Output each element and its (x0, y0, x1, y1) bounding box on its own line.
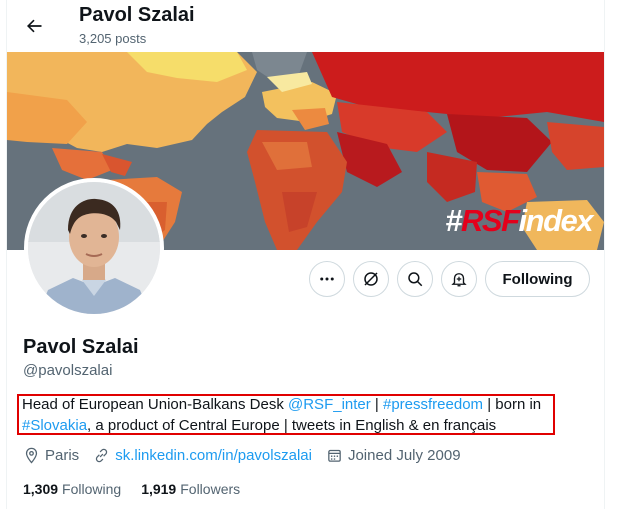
search-icon (408, 272, 423, 287)
website-item: sk.linkedin.com/in/pavolszalai (93, 447, 312, 464)
mention-link[interactable]: @RSF_inter (288, 396, 371, 413)
link-icon (96, 448, 108, 463)
hashtag-link-pressfreedom[interactable]: #pressfreedom (383, 396, 483, 413)
profile-name: Pavol Szalai (23, 336, 139, 358)
following-count: 1,309 (23, 481, 59, 497)
location-item: Paris (23, 447, 79, 464)
bio-text: Head of European Union-Balkans Desk (22, 396, 288, 413)
avatar[interactable] (24, 178, 164, 318)
tag-rsf: RSF (461, 203, 520, 238)
location-pin-icon (25, 447, 38, 464)
followers-stat-link[interactable]: 1,919 Followers (141, 481, 240, 497)
profile-handle: @pavolszalai (23, 362, 113, 379)
joined-item: Joined July 2009 (326, 447, 461, 464)
followers-label: Followers (180, 481, 241, 497)
bio-text: , a product of Central Europe | tweets i… (87, 417, 497, 434)
location-text: Paris (45, 447, 80, 464)
rsf-index-tag: #RSFindex (445, 203, 594, 238)
website-link[interactable]: sk.linkedin.com/in/pavolszalai (115, 447, 312, 464)
search-profile-button[interactable] (397, 261, 433, 297)
bio-text: | born in (483, 396, 542, 413)
profile-bio: Head of European Union-Balkans Desk @RSF… (22, 394, 552, 436)
header-title: Pavol Szalai (79, 4, 195, 26)
bio-separator: | (370, 396, 383, 413)
hashtag-link-slovakia[interactable]: #Slovakia (22, 417, 87, 434)
tag-hash: # (445, 203, 462, 238)
bell-plus-icon (451, 273, 467, 287)
more-dots-icon (320, 277, 334, 281)
follow-stats: 1,309 Following 1,919 Followers (23, 481, 260, 497)
profile-meta: Paris sk.linkedin.com/in/pavolszalai Joi… (23, 447, 475, 464)
profile-photo (28, 182, 160, 314)
following-stat-link[interactable]: 1,309 Following (23, 481, 121, 497)
back-button[interactable] (18, 10, 50, 42)
tag-index: index (518, 203, 594, 238)
grok-button[interactable] (353, 261, 389, 297)
notifications-button[interactable] (441, 261, 477, 297)
following-button[interactable]: Following (485, 261, 590, 297)
joined-text: Joined July 2009 (347, 447, 461, 464)
more-button[interactable] (309, 261, 345, 297)
calendar-icon (328, 449, 341, 462)
followers-count: 1,919 (141, 481, 177, 497)
post-count: 3,205 posts (79, 31, 147, 46)
following-label: Following (62, 481, 122, 497)
arrow-left-icon (27, 19, 42, 33)
grok-icon (364, 272, 378, 286)
